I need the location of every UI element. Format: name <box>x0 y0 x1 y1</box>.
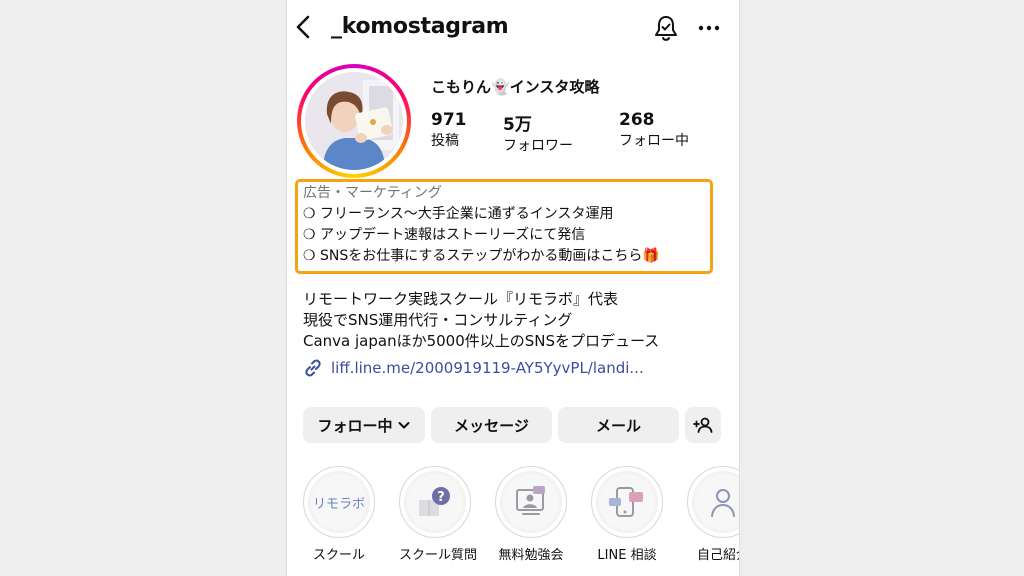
highlight-label: 自己紹介 <box>696 548 739 563</box>
description-line: Canva japanほか5000件以上のSNSをプロデュース <box>303 332 660 350</box>
highlight-item[interactable]: 無料勉強会 <box>495 466 567 563</box>
following-button-label: フォロー中 <box>317 416 393 435</box>
posts-count: 971 <box>431 110 467 130</box>
posts-label: 投稿 <box>431 133 459 149</box>
add-person-icon <box>693 417 713 433</box>
bio-line: ❍ SNSをお仕事にするステップがわかる動画はこちら🎁 <box>303 248 660 264</box>
message-button[interactable]: メッセージ <box>431 407 552 443</box>
back-arrow-icon[interactable] <box>293 14 315 40</box>
email-button[interactable]: メール <box>558 407 679 443</box>
highlight-cover-text: リモラボ <box>312 496 365 512</box>
email-button-label: メール <box>595 416 641 435</box>
more-options-icon[interactable] <box>697 18 721 38</box>
highlight-item[interactable]: 自己紹介 <box>687 466 739 563</box>
highlight-label: スクール質問 <box>399 548 478 563</box>
question-book-icon: ? <box>419 487 450 516</box>
highlight-item[interactable]: ? スクール質問 <box>399 466 478 563</box>
profile-screen: _komostagram こもりん👻インスタ攻略 971 投稿 5万 フォロワー… <box>286 0 740 576</box>
chat-phone-icon <box>609 487 643 517</box>
highlight-item[interactable]: LINE 相談 <box>591 466 663 563</box>
profile-link[interactable]: liff.line.me/2000919119-AY5YyvPL/landi..… <box>303 358 644 378</box>
highlight-label: LINE 相談 <box>597 548 657 563</box>
description-line: 現役でSNS運用代行・コンサルティング <box>303 311 573 329</box>
bio-line: ❍ フリーランス〜大手企業に通ずるインスタ運用 <box>303 206 614 222</box>
stat-following[interactable]: 268 フォロー中 <box>619 110 689 150</box>
webinar-icon <box>516 486 545 515</box>
svg-text:?: ? <box>437 490 445 505</box>
link-text: liff.line.me/2000919119-AY5YyvPL/landi..… <box>331 359 644 377</box>
profile-category: 広告・マーケティング <box>303 185 442 201</box>
highlight-label: スクール <box>312 548 365 563</box>
story-ring[interactable] <box>297 64 411 178</box>
highlight-item[interactable]: リモラボ スクール <box>303 466 375 563</box>
highlight-label: 無料勉強会 <box>498 548 564 563</box>
notification-bell-icon[interactable] <box>653 14 679 42</box>
person-icon <box>711 489 735 517</box>
following-label: フォロー中 <box>619 133 689 149</box>
stat-followers[interactable]: 5万 フォロワー <box>503 110 573 155</box>
bio-line: ❍ アップデート速報はストーリーズにて発信 <box>303 227 586 243</box>
stat-posts[interactable]: 971 投稿 <box>431 110 467 150</box>
suggest-people-button[interactable] <box>685 407 721 443</box>
link-icon <box>305 359 321 377</box>
description-line: リモートワーク実践スクール『リモラボ』代表 <box>303 290 619 308</box>
followers-count: 5万 <box>503 115 532 135</box>
following-button[interactable]: フォロー中 <box>303 407 425 443</box>
profile-username: _komostagram <box>331 14 509 39</box>
message-button-label: メッセージ <box>454 416 529 435</box>
avatar <box>305 72 403 170</box>
followers-label: フォロワー <box>503 138 573 154</box>
following-count: 268 <box>619 110 655 130</box>
chevron-down-icon <box>398 422 409 429</box>
display-name: こもりん👻インスタ攻略 <box>431 78 600 96</box>
